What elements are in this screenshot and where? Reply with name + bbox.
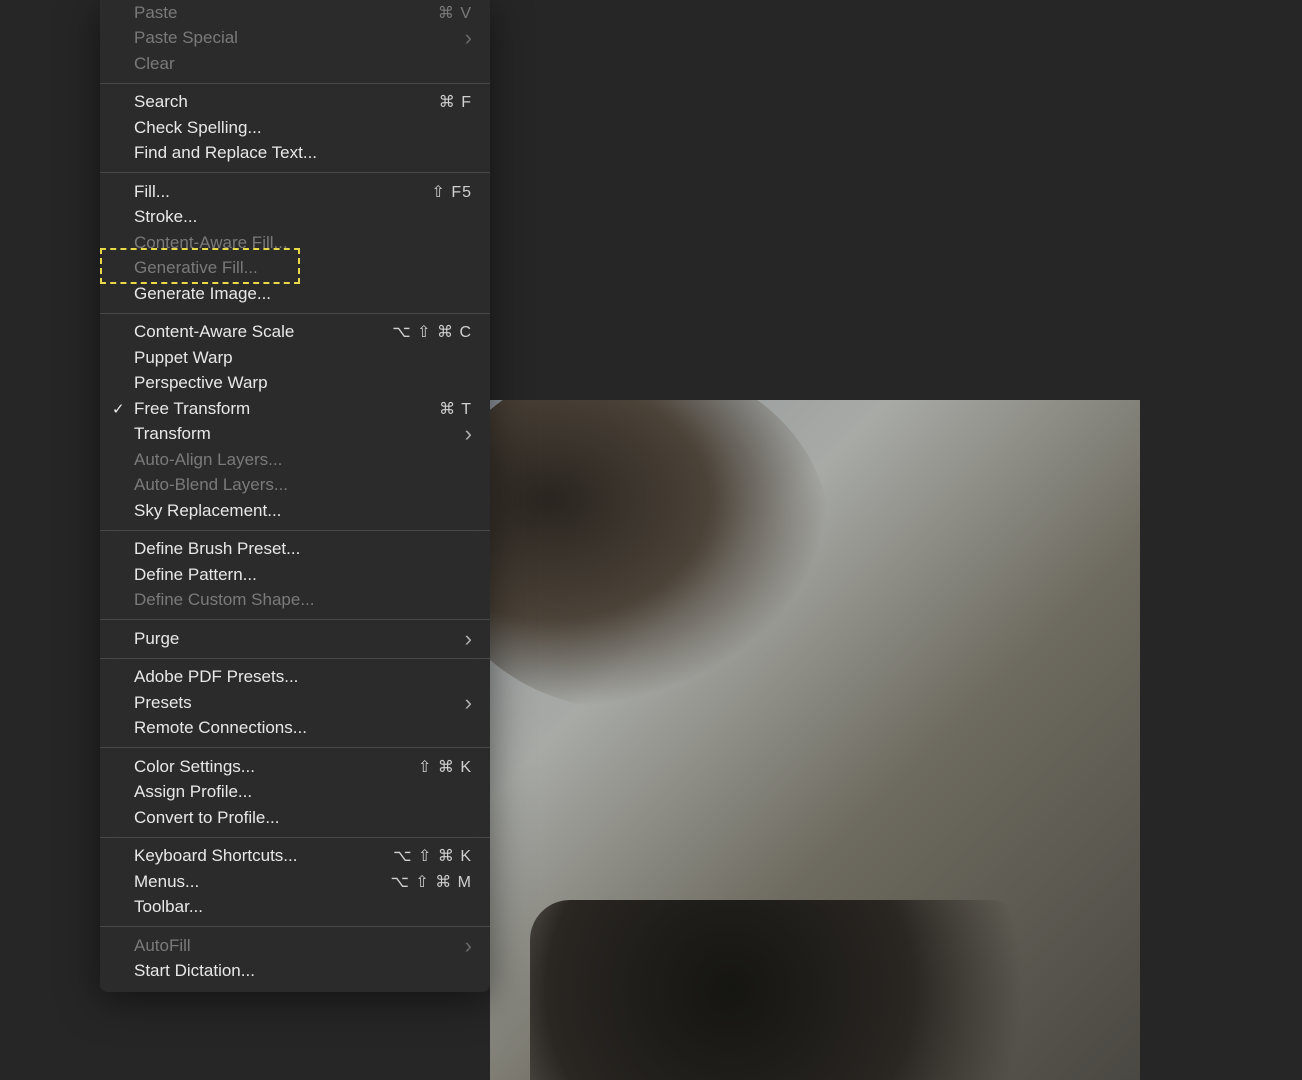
- menu-item-keyboard-shortcuts[interactable]: Keyboard Shortcuts...⌥ ⇧ ⌘ K: [100, 844, 490, 870]
- chevron-right-icon: ›: [465, 626, 472, 652]
- menu-item-label: Free Transform: [134, 399, 439, 419]
- menu-item-purge[interactable]: Purge›: [100, 626, 490, 652]
- menu-shortcut: ⌘ V: [438, 3, 472, 23]
- menu-item-label: Content-Aware Fill...: [134, 233, 472, 253]
- menu-item-sky-replacement[interactable]: Sky Replacement...: [100, 498, 490, 524]
- chevron-right-icon: ›: [465, 933, 472, 959]
- menu-item-auto-align-layers: Auto-Align Layers...: [100, 447, 490, 473]
- menu-item-label: Adobe PDF Presets...: [134, 667, 472, 687]
- menu-item-perspective-warp[interactable]: Perspective Warp: [100, 371, 490, 397]
- menu-item-stroke[interactable]: Stroke...: [100, 205, 490, 231]
- menu-item-paste: Paste⌘ V: [100, 0, 490, 26]
- menu-item-content-aware-scale[interactable]: Content-Aware Scale⌥ ⇧ ⌘ C: [100, 320, 490, 346]
- menu-separator: [100, 926, 490, 927]
- menu-item-label: Find and Replace Text...: [134, 143, 472, 163]
- menu-item-puppet-warp[interactable]: Puppet Warp: [100, 345, 490, 371]
- menu-item-free-transform[interactable]: ✓ Free Transform⌘ T: [100, 396, 490, 422]
- menu-item-generate-image[interactable]: Generate Image...: [100, 281, 490, 307]
- menu-item-label: Auto-Align Layers...: [134, 450, 472, 470]
- menu-item-check-spelling[interactable]: Check Spelling...: [100, 115, 490, 141]
- chevron-right-icon: ›: [465, 690, 472, 716]
- menu-item-label: Transform: [134, 424, 465, 444]
- menu-item-define-pattern[interactable]: Define Pattern...: [100, 562, 490, 588]
- menu-item-label: Search: [134, 92, 439, 112]
- menu-item-label: Auto-Blend Layers...: [134, 475, 472, 495]
- menu-item-search[interactable]: Search⌘ F: [100, 90, 490, 116]
- menu-item-label: Perspective Warp: [134, 373, 472, 393]
- menu-item-label: Start Dictation...: [134, 961, 472, 981]
- menu-item-label: Keyboard Shortcuts...: [134, 846, 393, 866]
- menu-item-label: Fill...: [134, 182, 431, 202]
- menu-item-label: Menus...: [134, 872, 390, 892]
- check-icon: ✓: [112, 400, 125, 418]
- menu-item-label: Define Pattern...: [134, 565, 472, 585]
- menu-item-clear: Clear: [100, 51, 490, 77]
- menu-item-define-custom-shape: Define Custom Shape...: [100, 588, 490, 614]
- menu-item-generative-fill: Generative Fill...: [100, 256, 490, 282]
- menu-separator: [100, 172, 490, 173]
- menu-item-presets[interactable]: Presets›: [100, 690, 490, 716]
- menu-shortcut: ⌥ ⇧ ⌘ M: [390, 872, 472, 892]
- menu-item-label: Generate Image...: [134, 284, 472, 304]
- menu-item-define-brush-preset[interactable]: Define Brush Preset...: [100, 537, 490, 563]
- menu-item-paste-special: Paste Special›: [100, 26, 490, 52]
- menu-item-label: Sky Replacement...: [134, 501, 472, 521]
- menu-item-label: Paste Special: [134, 28, 465, 48]
- menu-item-autofill: AutoFill›: [100, 933, 490, 959]
- menu-shortcut: ⇧ ⌘ K: [418, 757, 472, 777]
- menu-shortcut: ⌘ F: [439, 92, 472, 112]
- menu-separator: [100, 747, 490, 748]
- menu-item-label: Clear: [134, 54, 472, 74]
- menu-item-label: Define Custom Shape...: [134, 590, 472, 610]
- menu-item-label: Stroke...: [134, 207, 472, 227]
- chevron-right-icon: ›: [465, 25, 472, 51]
- edit-menu: Paste⌘ VPaste Special›ClearSearch⌘ FChec…: [100, 0, 490, 992]
- menu-separator: [100, 83, 490, 84]
- menu-item-color-settings[interactable]: Color Settings...⇧ ⌘ K: [100, 754, 490, 780]
- menu-separator: [100, 530, 490, 531]
- menu-item-adobe-pdf-presets[interactable]: Adobe PDF Presets...: [100, 665, 490, 691]
- menu-item-auto-blend-layers: Auto-Blend Layers...: [100, 473, 490, 499]
- menu-item-label: Assign Profile...: [134, 782, 472, 802]
- menu-separator: [100, 313, 490, 314]
- menu-item-label: Content-Aware Scale: [134, 322, 392, 342]
- menu-item-label: Define Brush Preset...: [134, 539, 472, 559]
- menu-item-label: Puppet Warp: [134, 348, 472, 368]
- menu-item-label: Paste: [134, 3, 438, 23]
- menu-item-assign-profile[interactable]: Assign Profile...: [100, 780, 490, 806]
- menu-item-label: Convert to Profile...: [134, 808, 472, 828]
- menu-shortcut: ⌥ ⇧ ⌘ C: [392, 322, 472, 342]
- chevron-right-icon: ›: [465, 421, 472, 447]
- menu-separator: [100, 837, 490, 838]
- menu-shortcut: ⌘ T: [439, 399, 472, 419]
- menu-item-label: Color Settings...: [134, 757, 418, 777]
- menu-item-label: AutoFill: [134, 936, 465, 956]
- menu-item-start-dictation[interactable]: Start Dictation...: [100, 959, 490, 985]
- menu-item-label: Presets: [134, 693, 465, 713]
- canvas-image[interactable]: [490, 400, 1140, 1080]
- menu-item-label: Remote Connections...: [134, 718, 472, 738]
- menu-item-content-aware-fill: Content-Aware Fill...: [100, 230, 490, 256]
- menu-item-remote-connections[interactable]: Remote Connections...: [100, 716, 490, 742]
- menu-item-toolbar[interactable]: Toolbar...: [100, 895, 490, 921]
- menu-item-label: Check Spelling...: [134, 118, 472, 138]
- menu-item-transform[interactable]: Transform›: [100, 422, 490, 448]
- menu-item-label: Generative Fill...: [134, 258, 472, 278]
- menu-separator: [100, 619, 490, 620]
- menu-item-menus[interactable]: Menus...⌥ ⇧ ⌘ M: [100, 869, 490, 895]
- menu-item-find-and-replace-text[interactable]: Find and Replace Text...: [100, 141, 490, 167]
- menu-item-label: Purge: [134, 629, 465, 649]
- menu-separator: [100, 658, 490, 659]
- menu-item-fill[interactable]: Fill...⇧ F5: [100, 179, 490, 205]
- menu-item-label: Toolbar...: [134, 897, 472, 917]
- menu-item-convert-to-profile[interactable]: Convert to Profile...: [100, 805, 490, 831]
- menu-shortcut: ⌥ ⇧ ⌘ K: [393, 846, 472, 866]
- menu-shortcut: ⇧ F5: [431, 182, 472, 202]
